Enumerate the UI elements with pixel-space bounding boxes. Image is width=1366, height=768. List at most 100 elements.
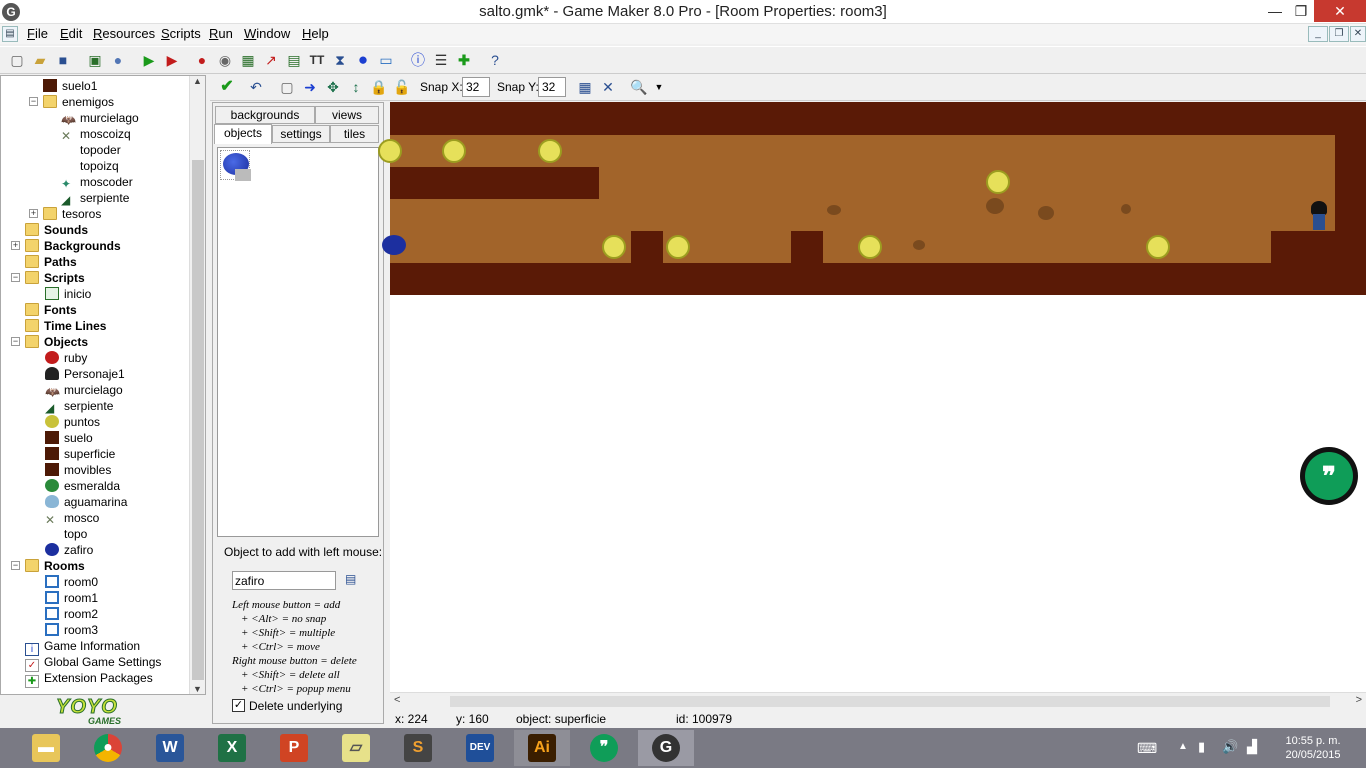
sort-x-icon[interactable]: ✥ [324, 78, 342, 96]
expand-toggle[interactable]: + [29, 209, 38, 218]
tree-item[interactable]: superficie [45, 446, 115, 462]
menu-resources[interactable]: Resources [93, 26, 155, 41]
tree-item[interactable]: ◢ serpiente [45, 398, 113, 415]
add-object-icon[interactable]: ● [354, 51, 372, 69]
tree-item[interactable]: i Game Information [25, 638, 140, 656]
zoom-icon[interactable]: 🔍 [630, 78, 648, 96]
undo-icon[interactable]: ↶ [247, 78, 265, 96]
close-button[interactable]: ✕ [1314, 0, 1366, 22]
select-object-menu-icon[interactable]: ▤ [345, 572, 359, 586]
collapse-toggle[interactable]: − [11, 337, 20, 346]
taskbar-gamemaker[interactable]: G [638, 730, 694, 766]
tab-settings[interactable]: settings [272, 125, 330, 143]
tree-item[interactable]: ruby [45, 350, 87, 366]
mdi-document-icon[interactable]: ▤ [2, 26, 18, 42]
lock-icon[interactable]: 🔒 [370, 78, 388, 96]
tree-item[interactable]: ✦ moscoder [61, 174, 133, 191]
ok-check-icon[interactable]: ✔ [218, 78, 236, 96]
menu-file[interactable]: File [27, 26, 48, 41]
tree-folder[interactable]: Time Lines [25, 318, 106, 334]
unlock-icon[interactable]: 🔓 [393, 78, 411, 96]
tree-folder[interactable]: Rooms [25, 558, 85, 574]
scroll-up-icon[interactable]: ▲ [190, 76, 205, 86]
tree-item[interactable]: movibles [45, 462, 111, 478]
collapse-toggle[interactable]: − [11, 273, 20, 282]
add-sprite-icon[interactable]: ● [193, 51, 211, 69]
tree-item[interactable]: esmeralda [45, 478, 120, 494]
tree-folder[interactable]: Fonts [25, 302, 77, 318]
tree-item[interactable]: inicio [45, 286, 91, 302]
add-font-icon[interactable]: TT [308, 51, 326, 69]
shift-instances-icon[interactable]: ➜ [301, 78, 319, 96]
tree-item[interactable]: ✚ Extension Packages [25, 670, 153, 688]
menu-run[interactable]: Run [209, 26, 233, 41]
tab-backgrounds[interactable]: backgrounds [215, 106, 315, 124]
run-game-icon[interactable]: ▶ [140, 51, 158, 69]
mdi-restore-button[interactable]: ❐ [1329, 26, 1349, 42]
taskbar-chrome[interactable]: ● [80, 730, 136, 766]
tree-item[interactable]: ✕ mosco [45, 510, 99, 527]
game-information-icon[interactable]: ⓘ [409, 51, 427, 69]
taskbar-illustrator[interactable]: Ai [514, 730, 570, 766]
network-signal-icon[interactable]: ▟ [1247, 739, 1257, 755]
tree-item[interactable]: room2 [45, 606, 98, 622]
taskbar-hangouts[interactable]: ❞ [576, 730, 632, 766]
tab-views[interactable]: views [315, 106, 379, 124]
tree-folder[interactable]: enemigos [43, 94, 114, 110]
clock[interactable]: 10:55 p. m. 20/05/2015 [1278, 734, 1348, 762]
add-timeline-icon[interactable]: ⧗ [331, 51, 349, 69]
add-script-icon[interactable]: ▤ [285, 51, 303, 69]
tree-item[interactable]: topoder [61, 142, 121, 158]
taskbar-notes[interactable]: ▱ [328, 730, 384, 766]
collapse-toggle[interactable]: − [11, 561, 20, 570]
publish-icon[interactable]: ● [109, 51, 127, 69]
taskbar-sublime[interactable]: S [390, 730, 446, 766]
taskbar-powerpoint[interactable]: P [266, 730, 322, 766]
tree-folder[interactable]: Paths [25, 254, 77, 270]
help-icon[interactable]: ? [486, 51, 504, 69]
menu-scripts[interactable]: Scripts [161, 26, 201, 41]
battery-icon[interactable]: ▮ [1198, 739, 1205, 755]
tree-item[interactable]: aguamarina [45, 494, 127, 510]
sort-y-icon[interactable]: ↕ [347, 78, 365, 96]
clear-room-icon[interactable]: ▢ [278, 78, 296, 96]
taskbar-word[interactable]: W [142, 730, 198, 766]
mdi-close-button[interactable]: ✕ [1350, 26, 1366, 42]
menu-window[interactable]: Window [244, 26, 290, 41]
tree-item[interactable]: room0 [45, 574, 98, 590]
resource-tree[interactable]: suelo1 − enemigos 🦇 murcielago ✕ moscoizq … [0, 75, 206, 695]
expand-toggle[interactable]: + [11, 241, 20, 250]
new-file-icon[interactable]: ▢ [8, 51, 26, 69]
isometric-grid-icon[interactable]: ✕ [599, 78, 617, 96]
tree-item[interactable]: suelo [45, 430, 93, 446]
tree-item[interactable]: Personaje1 [45, 366, 125, 382]
tree-item[interactable]: suelo1 [43, 78, 97, 94]
room-canvas[interactable] [378, 102, 1366, 692]
zoom-dropdown-chevron-icon[interactable]: ▼ [650, 78, 668, 96]
tree-item[interactable]: topo [45, 526, 87, 542]
mdi-minimize-button[interactable]: _ [1308, 26, 1328, 42]
tab-objects[interactable]: objects [214, 124, 272, 144]
snap-x-input[interactable] [462, 77, 490, 97]
run-debug-icon[interactable]: ▶ [163, 51, 181, 69]
add-path-icon[interactable]: ↗ [262, 51, 280, 69]
keyboard-icon[interactable]: ⌨ [1137, 740, 1157, 757]
delete-underlying-checkbox[interactable]: ✓ [232, 699, 245, 712]
object-name-field[interactable] [232, 571, 336, 590]
add-background-icon[interactable]: ▦ [239, 51, 257, 69]
tree-item[interactable]: room1 [45, 590, 98, 606]
tree-item[interactable]: ◢ serpiente [61, 190, 129, 207]
tree-folder[interactable]: tesoros [43, 206, 101, 222]
h-scroll-thumb[interactable] [450, 696, 1330, 707]
minimize-button[interactable]: — [1262, 0, 1288, 22]
grid-toggle-icon[interactable]: ▦ [576, 78, 594, 96]
tree-item[interactable]: 🦇 murcielago [61, 110, 139, 127]
volume-icon[interactable]: 🔊 [1222, 739, 1238, 755]
tree-item[interactable]: 🦇 murcielago [45, 382, 123, 399]
restore-button[interactable]: ❐ [1288, 0, 1314, 22]
open-folder-icon[interactable]: ▰ [31, 51, 49, 69]
tree-item[interactable]: topoizq [61, 158, 119, 174]
scroll-down-icon[interactable]: ▼ [190, 684, 205, 694]
taskbar-explorer[interactable]: ▬ [18, 730, 74, 766]
canvas-horizontal-scrollbar[interactable]: < > [390, 692, 1366, 709]
